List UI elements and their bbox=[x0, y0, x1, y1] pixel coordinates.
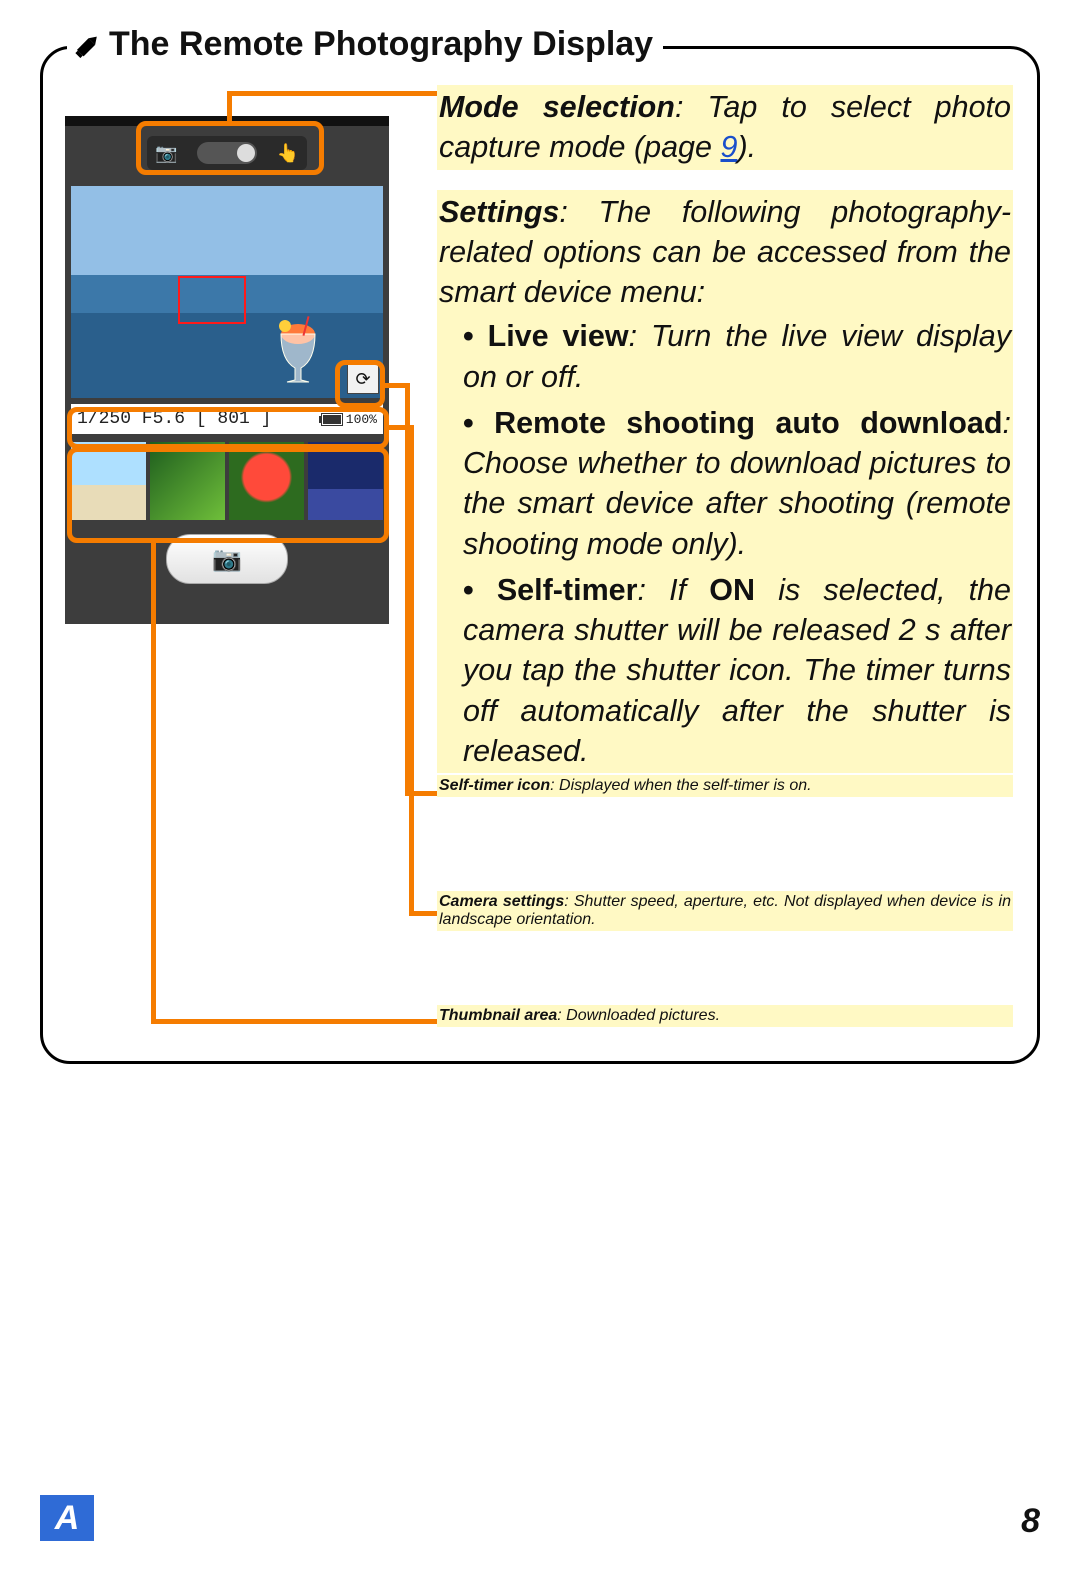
thumbnail[interactable] bbox=[229, 442, 304, 520]
live-view[interactable]: ⟳ bbox=[71, 186, 383, 398]
manual-page: The Remote Photography Display 📷 👆 bbox=[0, 0, 1080, 1571]
leader-line bbox=[409, 911, 437, 916]
shutter-button[interactable]: 📷 bbox=[166, 534, 288, 584]
pencil-icon bbox=[68, 25, 108, 65]
callout-thumbnail-area: Thumbnail area: Downloaded pictures. bbox=[437, 1005, 1013, 1027]
frame-title: The Remote Photography Display bbox=[67, 25, 663, 64]
battery-indicator: 100% bbox=[321, 412, 377, 427]
page-footer: A 8 bbox=[40, 1495, 1040, 1541]
focus-box bbox=[178, 276, 246, 324]
callout-mode: Mode selection: Tap to select photo capt… bbox=[437, 85, 1013, 170]
phone-mock: 📷 👆 ⟳ 1/250 F5.6 [ 801 ] bbox=[65, 116, 389, 624]
callout-self-timer-icon: Self-timer icon: Displayed when the self… bbox=[437, 775, 1013, 817]
text-column: Mode selection: Tap to select photo capt… bbox=[437, 85, 1013, 793]
callout-camera-settings: Camera settings: Shutter speed, aperture… bbox=[437, 891, 1013, 951]
mode-slider[interactable] bbox=[197, 142, 257, 164]
label: Settings bbox=[439, 195, 559, 229]
frame-title-text: The Remote Photography Display bbox=[109, 25, 653, 64]
leader-line bbox=[227, 91, 437, 96]
battery-pct: 100% bbox=[346, 412, 377, 427]
label: Thumbnail area bbox=[439, 1007, 557, 1024]
mode-bar: 📷 👆 bbox=[65, 126, 389, 180]
camera-icon: 📷 bbox=[155, 143, 177, 164]
settings-item: Live view: Turn the live view display on… bbox=[463, 316, 1011, 397]
mode-pill[interactable]: 📷 👆 bbox=[147, 136, 307, 170]
thumbnail[interactable] bbox=[71, 442, 146, 520]
cocktail-icon bbox=[275, 316, 321, 384]
leader-line bbox=[151, 1019, 437, 1024]
section-tab: A bbox=[40, 1495, 94, 1541]
battery-icon bbox=[321, 413, 343, 426]
settings-item: Remote shooting auto download: Choose wh… bbox=[463, 403, 1011, 564]
leader-line bbox=[409, 425, 414, 915]
thumbnail[interactable] bbox=[308, 442, 383, 520]
exposure-readout: 1/250 F5.6 [ 801 ] bbox=[77, 409, 271, 429]
touch-icon: 👆 bbox=[277, 143, 299, 164]
settings-item: Self-timer: If ON is selected, the camer… bbox=[463, 570, 1011, 771]
thumbnail-row[interactable] bbox=[71, 442, 383, 520]
callout-settings: Settings: The following photography-rela… bbox=[437, 190, 1013, 774]
camera-icon: 📷 bbox=[212, 545, 242, 574]
label: Camera settings bbox=[439, 893, 564, 910]
thumbnail[interactable] bbox=[150, 442, 225, 520]
self-timer-icon: ⟳ bbox=[355, 369, 370, 390]
settings-list: Live view: Turn the live view display on… bbox=[439, 316, 1011, 771]
self-timer-badge[interactable]: ⟳ bbox=[347, 364, 379, 394]
leader-line bbox=[151, 541, 156, 1023]
camera-settings-strip: 1/250 F5.6 [ 801 ] 100% bbox=[71, 404, 383, 434]
page-link[interactable]: 9 bbox=[720, 130, 737, 164]
callout-frame: The Remote Photography Display 📷 👆 bbox=[40, 46, 1040, 1064]
label: Self-timer icon bbox=[439, 777, 550, 794]
label: Mode selection bbox=[439, 90, 675, 124]
page-number: 8 bbox=[1021, 1502, 1040, 1541]
